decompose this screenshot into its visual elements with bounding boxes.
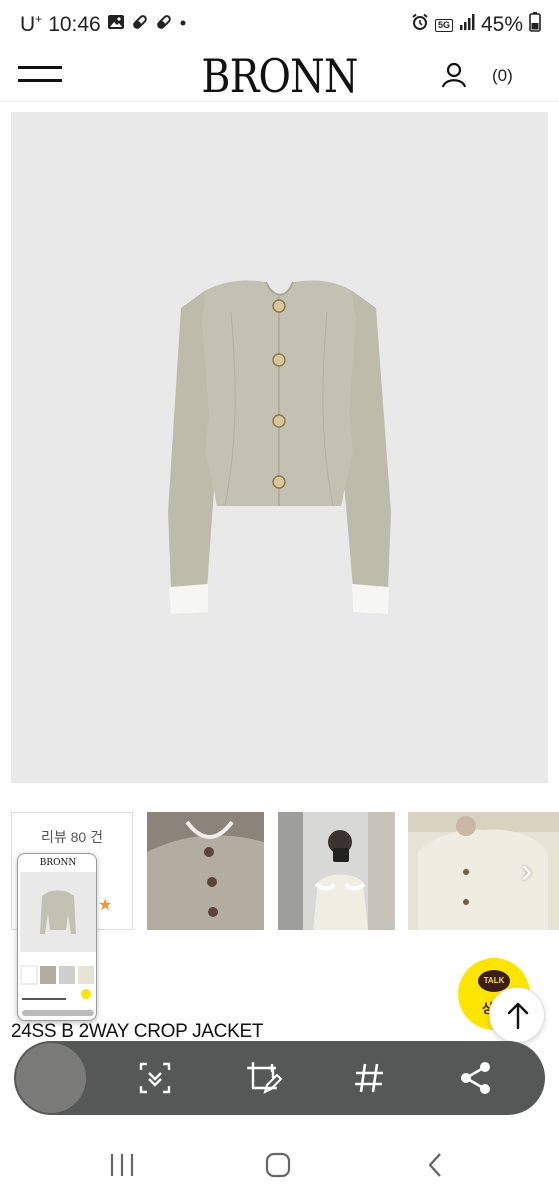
gallery-icon xyxy=(107,13,125,37)
screenshot-toolbar xyxy=(14,1041,545,1115)
arrow-up-icon xyxy=(507,1002,529,1030)
thumbnail-detail[interactable] xyxy=(147,812,264,930)
user-icon[interactable] xyxy=(440,61,468,89)
screenshot-preview[interactable]: BRONN xyxy=(17,853,97,1021)
review-count-label: 리뷰 80 건 xyxy=(41,829,103,845)
scroll-capture-icon[interactable] xyxy=(135,1058,175,1098)
capsule-icon xyxy=(155,13,173,37)
alarm-icon xyxy=(411,13,429,37)
carrier-label: U+ xyxy=(20,12,43,36)
worn-photo xyxy=(408,812,559,930)
network-5g-icon: 5G xyxy=(434,18,453,32)
chevron-right-icon[interactable]: › xyxy=(521,852,532,891)
thumbnail-worn[interactable] xyxy=(408,812,559,930)
detail-photo xyxy=(147,812,264,930)
status-bar: U+ 10:46 5G 45% xyxy=(0,0,559,50)
status-right: 5G 45% xyxy=(411,12,541,38)
back-icon[interactable] xyxy=(420,1150,450,1180)
hashtag-icon[interactable] xyxy=(349,1058,389,1098)
scroll-to-top-button[interactable] xyxy=(489,987,545,1043)
share-icon[interactable] xyxy=(456,1058,496,1098)
main-product-image[interactable] xyxy=(11,112,548,783)
status-time: 10:46 xyxy=(48,12,101,36)
site-header: BRONN (0) xyxy=(0,50,559,102)
battery-percent: 45% xyxy=(480,13,523,36)
thumbnail-mirror[interactable] xyxy=(278,812,395,930)
edit-crop-icon[interactable] xyxy=(243,1058,283,1098)
jacket-illustration xyxy=(168,280,391,614)
battery-icon xyxy=(529,12,541,38)
preview-logo: BRONN xyxy=(39,858,77,868)
status-left: U+ 10:46 xyxy=(20,12,187,37)
capsule-icon xyxy=(131,13,149,37)
preview-thumbnail xyxy=(20,872,96,1016)
signal-icon xyxy=(459,13,475,37)
home-icon[interactable] xyxy=(263,1150,293,1180)
mirror-photo xyxy=(278,812,395,930)
capture-thumbnail[interactable] xyxy=(16,1043,86,1113)
star-icon: ★ xyxy=(98,897,113,914)
system-navbar xyxy=(0,1130,559,1200)
dot-icon xyxy=(179,13,187,37)
cart-count[interactable]: (0) xyxy=(492,66,513,86)
product-title: 24SS B 2WAY CROP JACKET xyxy=(11,1021,264,1042)
recent-apps-icon[interactable] xyxy=(107,1150,137,1180)
